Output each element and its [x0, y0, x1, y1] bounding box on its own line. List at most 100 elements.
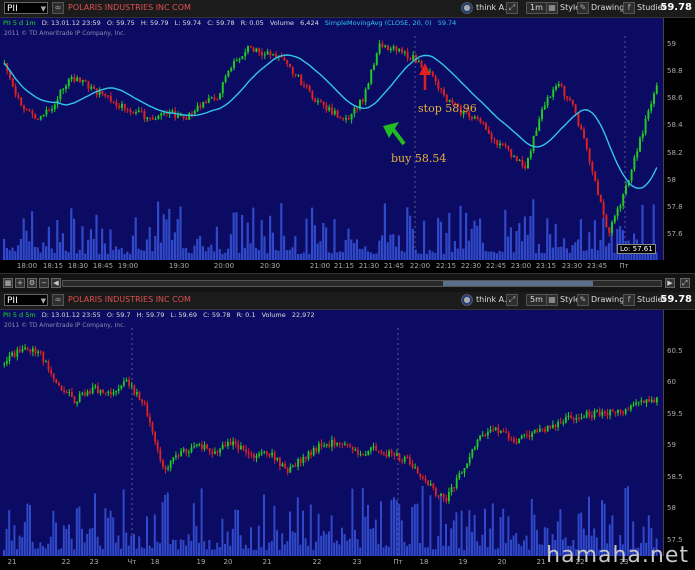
candle-body [20, 97, 23, 106]
time-tick-label: 23:00 [510, 262, 532, 270]
volume-bar [330, 515, 333, 556]
volume-bar [484, 508, 486, 556]
symbol-selector[interactable]: PII ▼ [4, 2, 48, 14]
think-icon[interactable]: ● [461, 294, 473, 306]
arrow-left-icon[interactable]: ◀ [51, 278, 61, 288]
candle-body [302, 456, 305, 463]
candle-body [129, 109, 132, 112]
candle-body [336, 110, 339, 118]
zoom-in-icon[interactable]: + [15, 278, 25, 288]
chart-panel-1m: PII ▼ ∞ POLARIS INDUSTRIES INC COM ● thin… [0, 0, 695, 273]
link-icon[interactable]: ∞ [52, 2, 64, 14]
candle-body [333, 110, 336, 115]
expand-icon[interactable]: ⤢ [680, 278, 690, 288]
time-tick-label: 21:45 [383, 262, 405, 270]
candle-body [393, 453, 396, 456]
scroll-thumb[interactable] [443, 281, 593, 286]
volume-bar [416, 503, 419, 556]
candle-body [109, 95, 112, 102]
time-scrollbar[interactable] [62, 280, 662, 287]
price-axis-1m[interactable]: 59 58.8 58.6 58.4 58.2 58 57.8 57.6 [663, 18, 695, 260]
candle-body [163, 113, 165, 115]
volume-bar [109, 229, 112, 260]
gear-icon[interactable]: ⚙ [27, 278, 37, 288]
price-chart-1m[interactable]: PII 5 d 1m D: 13.01.12 23:59 O: 59.75 H:… [0, 18, 663, 260]
candle-body [630, 169, 633, 181]
volume-bar [359, 547, 362, 556]
interval-selector[interactable]: 5m [526, 294, 547, 306]
volume-bar [346, 540, 349, 556]
price-chart-5m[interactable]: PII 5 d 5m D: 13.01.12 23:55 O: 59.7 H: … [0, 310, 663, 556]
candle-body [226, 441, 229, 447]
style-icon[interactable]: ▦ [546, 2, 558, 14]
drawings-icon[interactable]: ✎ [577, 294, 589, 306]
candle-body [342, 117, 345, 120]
candle-body [571, 100, 574, 105]
candle-body [372, 446, 375, 448]
volume-bar [447, 546, 450, 556]
company-name: POLARIS INDUSTRIES INC COM [68, 3, 191, 12]
candle-body [317, 100, 319, 103]
link-icon[interactable]: ∞ [52, 294, 64, 306]
volume-bar [179, 206, 182, 260]
style-icon[interactable]: ▦ [546, 294, 558, 306]
candle-body [151, 422, 154, 432]
candle-body [185, 449, 188, 453]
arrow-right-icon[interactable]: ▶ [665, 278, 675, 288]
volume-bar [322, 222, 325, 260]
volume-bar [246, 222, 249, 260]
candle-body [373, 64, 375, 70]
candle-body [527, 157, 529, 169]
volume-bar [350, 239, 353, 260]
candle-body [137, 110, 140, 113]
studies-icon[interactable]: f [623, 2, 635, 14]
candle-body [263, 54, 266, 56]
volume-bar [91, 528, 94, 556]
volume-bar [205, 549, 208, 556]
candle-body [154, 431, 157, 442]
think-icon[interactable]: ● [461, 2, 473, 14]
candle-body [29, 349, 32, 352]
candle-body [518, 438, 521, 444]
interval-selector[interactable]: 1m [526, 2, 547, 14]
volume-bar [47, 543, 50, 556]
candle-body [338, 443, 341, 445]
volume-bar [140, 249, 143, 260]
candle-body [143, 111, 146, 120]
volume-bar [429, 495, 432, 556]
volume-bar [44, 548, 47, 556]
candle-body [531, 432, 534, 437]
volume-bar [361, 488, 364, 556]
zoom-out-icon[interactable]: − [39, 278, 49, 288]
grid-icon[interactable]: ▦ [3, 278, 13, 288]
candle-body [543, 105, 546, 110]
drawings-icon[interactable]: ✎ [577, 2, 589, 14]
volume-bar [291, 247, 294, 260]
time-axis-1m[interactable]: 18:00 18:15 18:30 18:45 19:00 19:30 20:00 20:30… [0, 262, 663, 273]
volume-bar [392, 234, 395, 260]
candle-body [403, 51, 406, 53]
symbol-selector[interactable]: PII ▼ [4, 294, 48, 306]
volume-bar [529, 216, 532, 260]
volume-bar [62, 525, 65, 556]
zoom-out-icon[interactable]: ⤢ [506, 294, 518, 306]
volume-bar [333, 542, 336, 556]
candle-body [339, 117, 342, 119]
volume-bar [14, 251, 17, 260]
volume-bar [134, 217, 137, 260]
volume-bar [22, 218, 25, 260]
buy-annotation: buy 58.54 [391, 152, 447, 165]
studies-icon[interactable]: f [623, 294, 635, 306]
volume-bar [431, 251, 434, 260]
volume-bar [271, 232, 274, 260]
volume-bar [70, 208, 73, 260]
time-tick-label: 23:15 [535, 262, 557, 270]
candle-body [367, 83, 370, 90]
volume-bar [330, 253, 333, 260]
candle-body [398, 48, 401, 52]
price-axis-5m[interactable]: 60.5 60 59.5 59 58.5 58 57.5 [663, 310, 695, 556]
volume-bar [479, 218, 482, 260]
candle-body [23, 105, 25, 110]
zoom-out-icon[interactable]: ⤢ [506, 2, 518, 14]
candle-body [359, 453, 362, 455]
